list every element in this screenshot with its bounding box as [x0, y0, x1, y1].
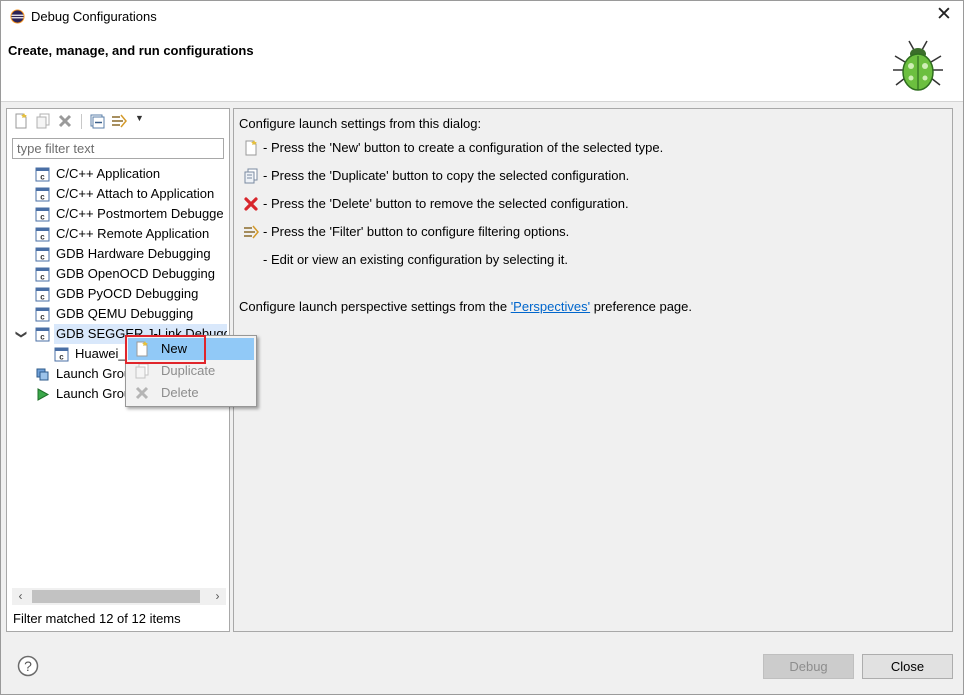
- c-config-icon: c: [35, 267, 50, 282]
- chevron-down-icon[interactable]: ▼: [135, 113, 144, 123]
- page-title: Create, manage, and run configurations: [8, 43, 254, 58]
- delete-icon: [244, 197, 258, 211]
- tree-item-label: Launch Grou: [56, 366, 132, 381]
- launch-group-icon: [36, 368, 49, 381]
- svg-text:c: c: [40, 193, 45, 202]
- delete-config-icon[interactable]: [57, 113, 73, 129]
- c-config-icon: c: [35, 287, 50, 302]
- close-icon[interactable]: ✕: [933, 5, 955, 27]
- scroll-right-icon[interactable]: ›: [209, 588, 226, 605]
- tree-item-label: GDB Hardware Debugging: [56, 246, 211, 261]
- svg-text:c: c: [40, 233, 45, 242]
- perspective-prefix: Configure launch perspective settings fr…: [239, 299, 511, 314]
- svg-text:c: c: [40, 333, 45, 342]
- instruction-filter: - Press the 'Filter' button to configure…: [263, 224, 570, 239]
- c-config-icon: c: [35, 167, 50, 182]
- perspective-suffix: preference page.: [590, 299, 692, 314]
- horizontal-scrollbar[interactable]: ‹ ›: [12, 588, 226, 605]
- tree-item-label: C/C++ Remote Application: [56, 226, 210, 241]
- svg-text:c: c: [40, 293, 45, 302]
- instructions-pane: Configure launch settings from this dial…: [233, 108, 953, 632]
- perspective-text: Configure launch perspective settings fr…: [239, 299, 692, 314]
- svg-text:c: c: [40, 313, 45, 322]
- bug-icon: [893, 40, 943, 91]
- duplicate-icon: [135, 363, 149, 379]
- window-title: Debug Configurations: [31, 9, 157, 24]
- c-config-icon: c: [35, 247, 50, 262]
- instruction-new: - Press the 'New' button to create a con…: [263, 140, 664, 155]
- svg-text:c: c: [40, 273, 45, 282]
- svg-text:?: ?: [24, 658, 32, 674]
- instruction-duplicate: - Press the 'Duplicate' button to copy t…: [263, 168, 630, 183]
- filter-icon: [244, 225, 259, 239]
- svg-text:c: c: [40, 173, 45, 182]
- c-config-icon: c: [35, 227, 50, 242]
- new-config-icon[interactable]: [13, 113, 29, 129]
- duplicate-config-icon[interactable]: [35, 113, 51, 129]
- tree-item-label: Launch Grou: [56, 386, 132, 401]
- scroll-left-icon[interactable]: ‹: [12, 588, 29, 605]
- menu-item-delete[interactable]: Delete: [128, 382, 254, 404]
- instruction-edit: - Edit or view an existing configuration…: [263, 252, 568, 267]
- toolbar-separator: [81, 114, 82, 129]
- duplicate-icon: [244, 168, 258, 184]
- tree-item-label: Huawei_I: [75, 346, 130, 361]
- tree-item-label: C/C++ Application: [56, 166, 161, 181]
- filter-icon[interactable]: [111, 113, 127, 129]
- tree-item-label: GDB QEMU Debugging: [56, 306, 194, 321]
- dialog-window: Debug Configurations ✕ Create, manage, a…: [0, 0, 964, 695]
- tree-toolbar: ▼: [7, 109, 229, 135]
- intro-text: Configure launch settings from this dial…: [239, 116, 482, 131]
- collapse-all-icon[interactable]: [89, 113, 105, 129]
- c-config-icon: c: [35, 187, 50, 202]
- chevron-down-icon[interactable]: ❯: [15, 330, 28, 339]
- new-icon: [245, 140, 257, 156]
- highlight-annotation: [125, 335, 206, 364]
- eclipse-icon: [10, 9, 25, 24]
- title-bar: Debug Configurations ✕: [1, 1, 963, 32]
- menu-item-label: Delete: [161, 385, 199, 400]
- tree-item-label: GDB PyOCD Debugging: [56, 286, 199, 301]
- scroll-thumb[interactable]: [32, 590, 200, 603]
- help-icon[interactable]: ?: [17, 655, 39, 677]
- debug-button[interactable]: Debug: [763, 654, 854, 679]
- c-config-icon: c: [54, 347, 69, 362]
- tree-item-label: C/C++ Attach to Application: [56, 186, 215, 201]
- tree-item-label: GDB OpenOCD Debugging: [56, 266, 215, 281]
- instruction-delete: - Press the 'Delete' button to remove th…: [263, 196, 629, 211]
- launch-group-run-icon: [37, 388, 50, 401]
- c-config-icon: c: [35, 327, 50, 342]
- svg-text:c: c: [40, 213, 45, 222]
- c-config-icon: c: [35, 207, 50, 222]
- svg-text:c: c: [59, 353, 64, 362]
- delete-icon: [135, 386, 149, 400]
- svg-text:c: c: [40, 253, 45, 262]
- c-config-icon: c: [35, 307, 50, 322]
- close-button[interactable]: Close: [862, 654, 953, 679]
- perspectives-link[interactable]: 'Perspectives': [511, 299, 590, 314]
- tree-item-label: C/C++ Postmortem Debugge: [56, 206, 224, 221]
- dialog-header: Create, manage, and run configurations: [1, 32, 963, 102]
- filter-status: Filter matched 12 of 12 items: [13, 611, 181, 626]
- filter-input[interactable]: [12, 138, 224, 159]
